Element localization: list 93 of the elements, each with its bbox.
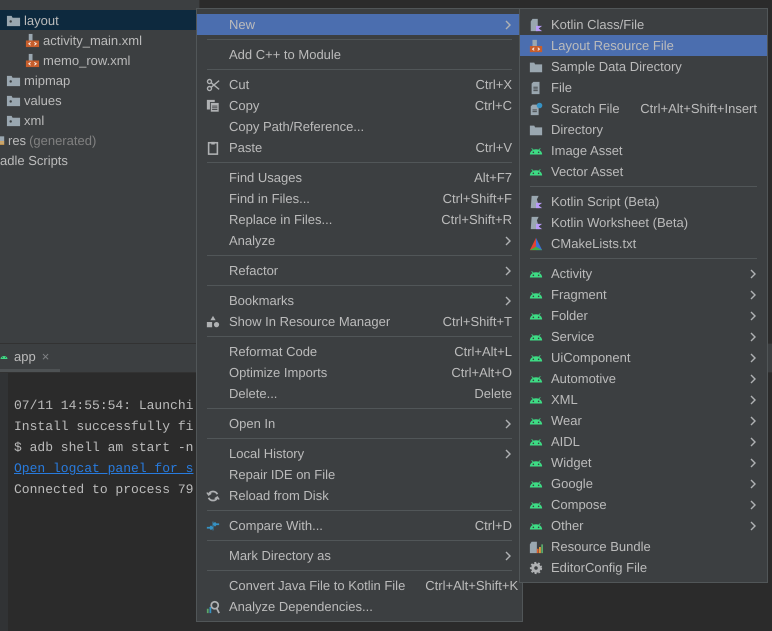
compare-icon bbox=[206, 518, 220, 532]
copy-icon bbox=[206, 98, 220, 112]
tree-item[interactable]: memo_row.xml bbox=[0, 50, 199, 70]
menu-item[interactable]: Analyze bbox=[197, 230, 522, 251]
xml-file-icon bbox=[25, 32, 40, 48]
shortcut-label: Ctrl+Alt+Shift+K bbox=[425, 578, 518, 593]
file-icon bbox=[528, 80, 542, 94]
shortcut-label: Ctrl+V bbox=[476, 140, 512, 155]
menu-item[interactable]: Analyze Dependencies... bbox=[197, 596, 522, 617]
kotlin-script-icon bbox=[528, 216, 542, 230]
menu-item[interactable]: File bbox=[520, 77, 767, 98]
menu-item[interactable]: Reformat Code Ctrl+Alt+L bbox=[197, 341, 522, 362]
menu-item[interactable]: Add C++ to Module bbox=[197, 44, 522, 65]
menu-item[interactable]: Kotlin Worksheet (Beta) bbox=[520, 212, 767, 233]
reload-icon bbox=[206, 488, 220, 502]
menu-item[interactable]: Folder bbox=[520, 305, 767, 326]
menu-item[interactable]: Refactor bbox=[197, 260, 522, 281]
menu-item[interactable]: Paste Ctrl+V bbox=[197, 137, 522, 158]
menu-item[interactable]: Local History bbox=[197, 443, 522, 464]
menu-item[interactable]: Vector Asset bbox=[520, 161, 767, 182]
menu-item[interactable]: Replace in Files... Ctrl+Shift+R bbox=[197, 209, 522, 230]
console-line: 07/11 14:55:54: Launchi bbox=[14, 397, 194, 415]
shortcut-label: Ctrl+Alt+L bbox=[454, 344, 512, 359]
menu-item[interactable]: Delete... Delete bbox=[197, 383, 522, 404]
gear-icon bbox=[528, 560, 542, 574]
shortcut-label: Ctrl+C bbox=[474, 98, 512, 113]
shortcut-label: Ctrl+D bbox=[474, 518, 512, 533]
shortcut-label: Ctrl+Alt+Shift+Insert bbox=[640, 101, 757, 116]
kotlin-script-icon bbox=[528, 194, 542, 208]
tree-item[interactable]: mipmap bbox=[0, 70, 199, 90]
menu-item[interactable]: Copy Path/Reference... bbox=[197, 116, 522, 137]
menu-item[interactable]: Find in Files... Ctrl+Shift+F bbox=[197, 188, 522, 209]
menu-item[interactable]: Automotive bbox=[520, 368, 767, 389]
tree-item[interactable]: values bbox=[0, 90, 199, 110]
cmake-icon bbox=[528, 236, 542, 250]
menu-item[interactable]: EditorConfig File bbox=[520, 557, 767, 578]
shortcut-label: Ctrl+Shift+T bbox=[442, 314, 512, 329]
menu-item[interactable]: Compare With... Ctrl+D bbox=[197, 515, 522, 536]
console-line: Install successfully fi bbox=[14, 418, 194, 436]
menu-item[interactable]: AIDL bbox=[520, 431, 767, 452]
menu-item[interactable]: Kotlin Class/File bbox=[520, 14, 767, 35]
menu-item[interactable]: Activity bbox=[520, 263, 767, 284]
kotlin-file-icon bbox=[528, 18, 542, 32]
clipboard-icon bbox=[206, 140, 220, 154]
console-line: Connected to process 79 bbox=[14, 481, 194, 499]
shortcut-label: Ctrl+Shift+R bbox=[441, 212, 512, 227]
console-line: $ adb shell am start -n bbox=[14, 439, 194, 457]
menu-item[interactable]: Kotlin Script (Beta) bbox=[520, 191, 767, 212]
menu-item[interactable]: Widget bbox=[520, 452, 767, 473]
scissors-icon bbox=[206, 78, 220, 92]
menu-item[interactable]: Image Asset bbox=[520, 140, 767, 161]
shapes-icon bbox=[206, 314, 220, 328]
menu-item[interactable]: Copy Ctrl+C bbox=[197, 95, 522, 116]
menu-item[interactable]: Mark Directory as bbox=[197, 545, 522, 566]
menu-item[interactable]: Directory bbox=[520, 119, 767, 140]
run-tab[interactable]: app × bbox=[0, 344, 60, 372]
menu-item[interactable]: Compose bbox=[520, 494, 767, 515]
menu-item[interactable]: Repair IDE on File bbox=[197, 464, 522, 485]
scratch-file-icon bbox=[528, 102, 542, 116]
tree-item[interactable]: activity_main.xml bbox=[0, 30, 199, 50]
menu-item[interactable]: Resource Bundle bbox=[520, 536, 767, 557]
shortcut-label: Ctrl+Alt+O bbox=[451, 365, 512, 380]
menu-item[interactable]: Other bbox=[520, 515, 767, 536]
shortcut-label: Ctrl+Shift+F bbox=[442, 191, 512, 206]
menu-item[interactable]: Service bbox=[520, 326, 767, 347]
menu-item[interactable]: CMakeLists.txt bbox=[520, 233, 767, 254]
menu-item[interactable]: Open In bbox=[197, 413, 522, 434]
menu-item[interactable]: Wear bbox=[520, 410, 767, 431]
menu-item[interactable]: Cut Ctrl+X bbox=[197, 74, 522, 95]
menu-item[interactable]: Fragment bbox=[520, 284, 767, 305]
menu-item[interactable]: Reload from Disk bbox=[197, 485, 522, 506]
shortcut-label: Ctrl+X bbox=[476, 77, 512, 92]
xml-file-icon bbox=[528, 38, 542, 52]
menu-item[interactable]: Google bbox=[520, 473, 767, 494]
chart-search-icon bbox=[206, 600, 220, 614]
menu-item[interactable]: Optimize Imports Ctrl+Alt+O bbox=[197, 362, 522, 383]
shortcut-label: Alt+F7 bbox=[474, 170, 512, 185]
xml-file-icon bbox=[25, 52, 40, 68]
menu-item[interactable]: XML bbox=[520, 389, 767, 410]
tree-item[interactable]: xml bbox=[0, 110, 199, 130]
tree-item[interactable]: adle Scripts bbox=[0, 150, 199, 170]
menu-item[interactable]: Bookmarks bbox=[197, 290, 522, 311]
bundle-icon bbox=[528, 540, 542, 554]
tree-item[interactable]: res (generated) bbox=[0, 130, 199, 150]
tree-item[interactable]: layout bbox=[0, 10, 199, 30]
menu-item[interactable]: Sample Data Directory bbox=[520, 56, 767, 77]
menu-item[interactable]: Scratch File Ctrl+Alt+Shift+Insert bbox=[520, 98, 767, 119]
console-link[interactable]: Open logcat panel for s bbox=[14, 458, 194, 479]
menu-item[interactable]: Show In Resource Manager Ctrl+Shift+T bbox=[197, 311, 522, 332]
menu-item[interactable]: Convert Java File to Kotlin File Ctrl+Alt+Shift+K bbox=[197, 575, 522, 596]
shortcut-label: Delete bbox=[474, 386, 512, 401]
menu-item[interactable]: UiComponent bbox=[520, 347, 767, 368]
menu-item[interactable]: Find Usages Alt+F7 bbox=[197, 167, 522, 188]
